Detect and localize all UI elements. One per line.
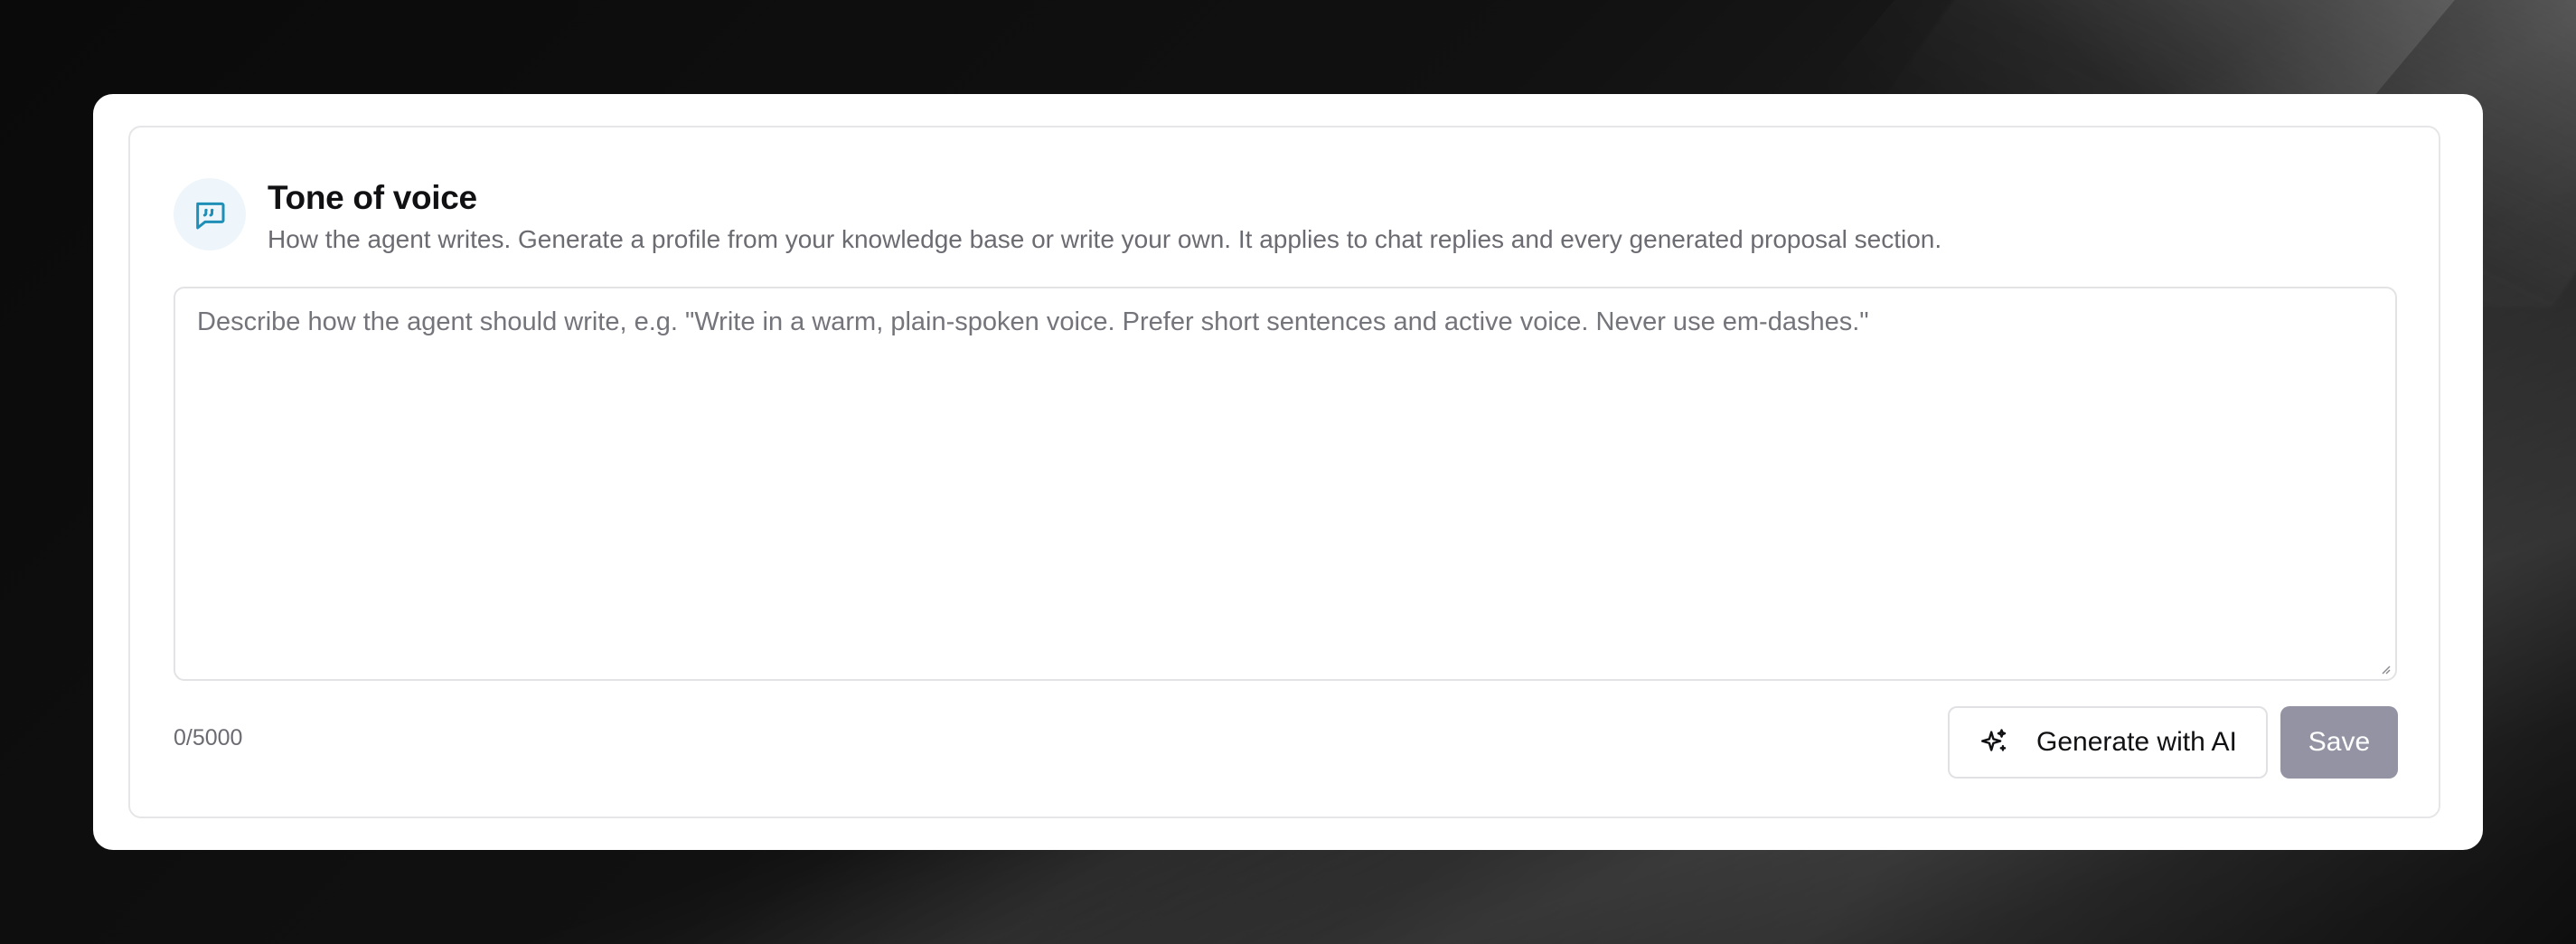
generate-with-ai-button[interactable]: Generate with AI <box>1948 706 2268 779</box>
section-header: Tone of voice How the agent writes. Gene… <box>174 178 1941 256</box>
tone-textarea[interactable] <box>175 288 2395 679</box>
tone-of-voice-panel: Tone of voice How the agent writes. Gene… <box>128 126 2440 818</box>
section-description: How the agent writes. Generate a profile… <box>268 225 1942 253</box>
character-counter: 0/5000 <box>174 725 243 750</box>
section-title: Tone of voice <box>268 179 477 216</box>
chat-quote-icon <box>196 202 225 230</box>
tone-textarea-container <box>174 287 2397 681</box>
sparkles-icon <box>1981 729 2007 751</box>
generate-button-label: Generate with AI <box>2036 727 2237 757</box>
resize-handle-icon[interactable] <box>2377 661 2392 675</box>
save-button[interactable]: Save <box>2280 706 2398 779</box>
header-text: Tone of voice How the agent writes. Gene… <box>268 178 1941 256</box>
settings-card: Tone of voice How the agent writes. Gene… <box>93 94 2483 850</box>
icon-badge <box>174 178 246 250</box>
